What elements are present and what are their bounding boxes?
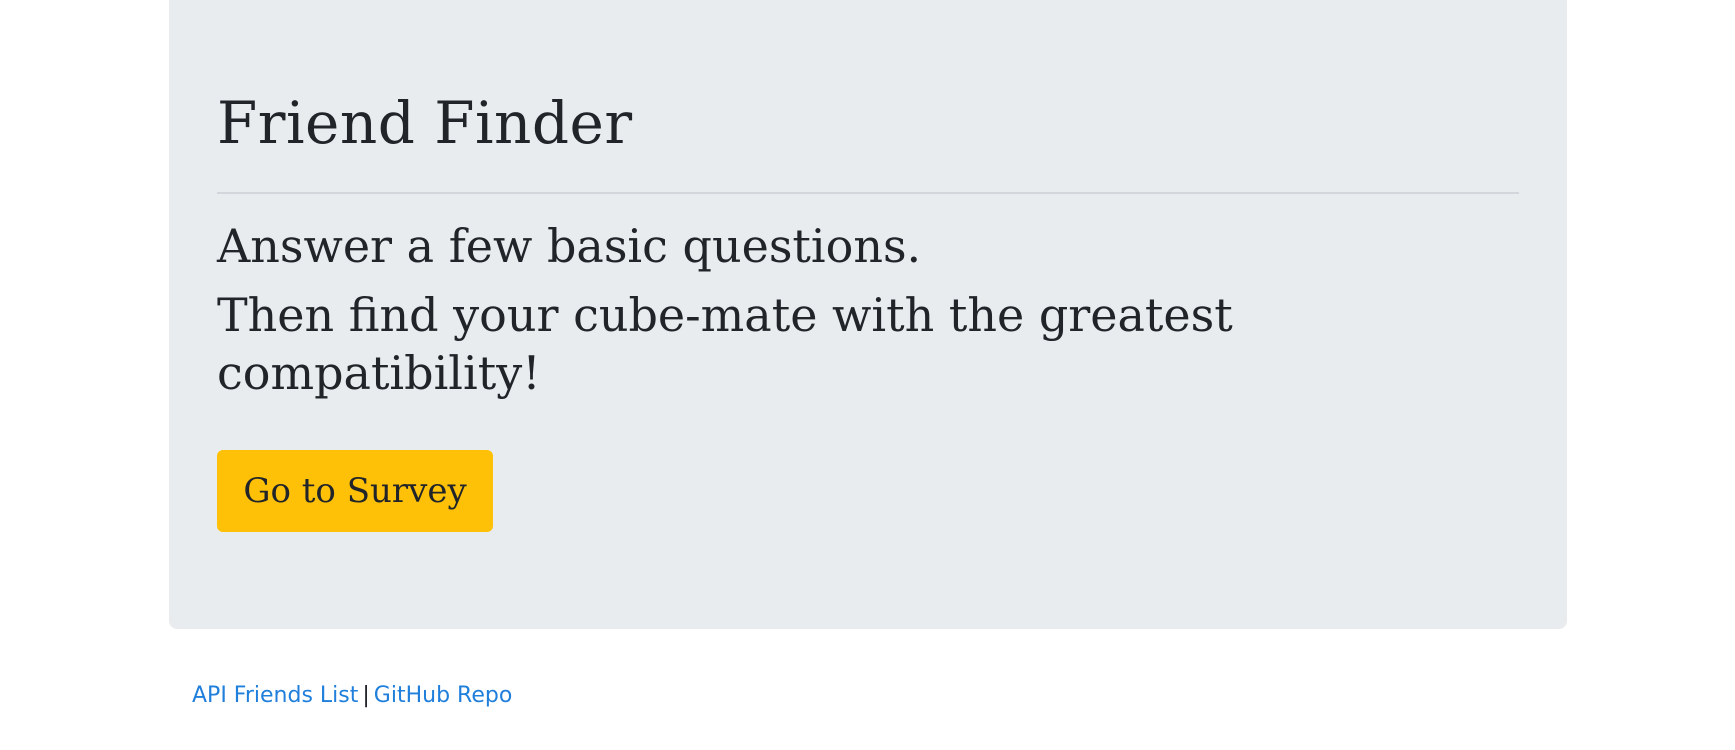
github-repo-link[interactable]: GitHub Repo <box>374 683 513 708</box>
footer: API Friends List | GitHub Repo <box>192 682 512 710</box>
page-title: Friend Finder <box>217 89 633 157</box>
go-to-survey-button[interactable]: Go to Survey <box>217 450 493 532</box>
divider <box>217 192 1519 194</box>
lead-text-line-1: Answer a few basic questions. <box>217 219 922 273</box>
lead-text-line-2: Then find your cube-mate with the greate… <box>217 288 1233 400</box>
jumbotron: Friend Finder Answer a few basic questio… <box>169 0 1567 629</box>
api-friends-list-link[interactable]: API Friends List <box>192 683 358 708</box>
footer-separator: | <box>362 683 370 708</box>
